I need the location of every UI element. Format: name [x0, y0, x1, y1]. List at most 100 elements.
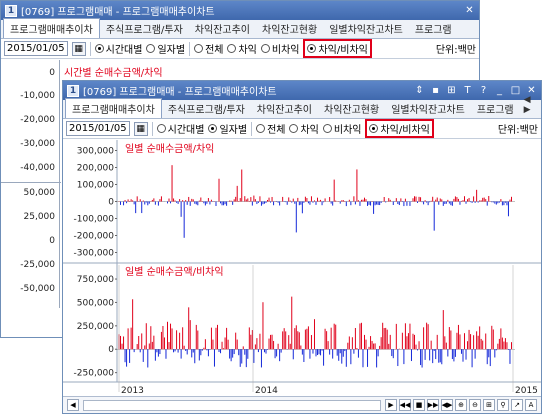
tab-trend-chart[interactable]: 프로그램매매추이차: [65, 98, 162, 118]
radio-time[interactable]: 시간대별: [156, 121, 205, 136]
grid-icon[interactable]: ⊞: [483, 399, 495, 411]
range-button[interactable]: ◀▶: [441, 399, 453, 411]
calendar-icon[interactable]: ▦: [71, 41, 86, 56]
radio-label: 일자별: [219, 125, 248, 136]
back-radio-arb[interactable]: 차익: [227, 41, 257, 56]
y-tick-label: 250,000: [77, 322, 114, 332]
back-close-icon[interactable]: ✕: [464, 5, 475, 16]
back-tab-trend-chart[interactable]: 프로그램매매추이차: [3, 18, 100, 38]
radio-label: 일자별: [157, 45, 186, 56]
trend-line-icon[interactable]: ↗: [511, 399, 523, 411]
font-icon[interactable]: T: [462, 85, 473, 96]
y-tick-label: -200,000: [74, 232, 115, 242]
back-y-label: -50,000: [20, 284, 55, 294]
radio-icon: [227, 44, 237, 53]
y-tick-label: 0: [108, 198, 114, 208]
radio-daily[interactable]: 일자별: [208, 121, 247, 136]
back-y-label: -30,000: [20, 139, 55, 149]
x-tick-label: 2014: [255, 386, 278, 396]
radio-label: 비차익: [333, 125, 362, 136]
y-tick-label: -100,000: [74, 215, 115, 225]
radio-label: 시간대별: [167, 125, 205, 136]
zoom-in-icon[interactable]: ⊕: [455, 399, 467, 411]
radio-all[interactable]: 전체: [256, 121, 285, 136]
radio-nonarb[interactable]: 비차익: [322, 121, 362, 136]
layout-icon[interactable]: ⊞: [446, 85, 457, 96]
rewind-button[interactable]: ◀◀: [399, 399, 411, 411]
back-window-title: [0769] 프로그램매매 - 프로그램매매추이차트: [21, 7, 215, 18]
tab-arb-balance-status[interactable]: 차익잔고현황: [318, 99, 385, 118]
back-toolbar: 2015/01/05 ▦ 시간대별 일자별 전체 차익 비차익 차익/비차익 단…: [1, 39, 479, 59]
y-tick-label: 750,000: [77, 275, 114, 285]
tab-daily-arb-chart[interactable]: 일별차익잔고차트: [385, 99, 471, 118]
y-tick-label: 0: [108, 345, 114, 355]
y-tick-label: 100,000: [77, 181, 114, 191]
tab-stock-program[interactable]: 주식프로그램/투자: [162, 99, 251, 118]
back-y-label: 0: [49, 236, 55, 246]
x-tick-label: 2013: [121, 386, 144, 396]
back-y-label: -25,000: [20, 260, 55, 270]
radio-icon: [156, 124, 166, 133]
back-date-input[interactable]: 2015/01/05: [4, 41, 68, 56]
calendar-icon[interactable]: ▦: [133, 121, 148, 136]
back-y-label: 0: [49, 68, 55, 78]
y-tick-label: -300,000: [74, 249, 115, 259]
back-y-label: -20,000: [20, 115, 55, 125]
back-radio-arb-nonarb[interactable]: 차익/비차익: [303, 39, 372, 58]
zoom-out-icon[interactable]: ⊖: [469, 399, 481, 411]
radio-icon: [289, 124, 299, 133]
radio-label: 전체: [205, 45, 224, 56]
tab-arb-balance-trend[interactable]: 차익잔고추이: [251, 99, 318, 118]
radio-icon: [194, 44, 204, 53]
text-tool-icon[interactable]: A: [525, 399, 537, 411]
radio-label: 차익: [238, 45, 257, 56]
front-window: 1 [0769] 프로그램매매 - 프로그램매매추이차트 ⇕ ▪ ⊞ T ? _…: [62, 80, 542, 414]
radio-icon: [256, 124, 266, 133]
back-radio-time[interactable]: 시간대별: [94, 41, 142, 56]
radio-label: 비차익: [271, 45, 300, 56]
front-window-number: 1: [67, 84, 79, 97]
back-tab-stock-program[interactable]: 주식프로그램/투자: [100, 19, 189, 38]
back-radio-nonarb[interactable]: 비차익: [260, 41, 300, 56]
back-radio-all[interactable]: 전체: [194, 41, 223, 56]
scroll-right-button[interactable]: ▶: [385, 399, 397, 411]
chart-canvas[interactable]: 일별 순매수금액/차익 300,000 200,000 100,000 0 -100,00…: [63, 140, 541, 397]
back-tab-daily-arb-chart[interactable]: 일별차익잔고차트: [323, 19, 409, 38]
radio-label: 전체: [267, 125, 286, 136]
radio-arb[interactable]: 차익: [289, 121, 319, 136]
stop-button[interactable]: ■: [413, 399, 425, 411]
back-tab-arb-balance-trend[interactable]: 차익잔고추이: [189, 19, 256, 38]
resize-icon[interactable]: ⇕: [414, 85, 425, 96]
y-tick-label: 500,000: [77, 298, 114, 308]
y-tick-label: -250,000: [74, 369, 115, 379]
front-title-controls: ⇕ ▪ ⊞ T ? _ □ ✕: [414, 85, 537, 96]
minimize-icon[interactable]: _: [494, 85, 505, 96]
search-icon[interactable]: ⚲: [497, 399, 509, 411]
radio-icon: [260, 44, 270, 53]
unit-label: 단위:백만: [497, 125, 538, 136]
back-title-controls: ✕: [464, 5, 475, 16]
back-tab-arb-balance-status[interactable]: 차익잔고현황: [256, 19, 323, 38]
back-y-axis-line: [59, 60, 60, 308]
tab-program[interactable]: 프로그램: [471, 99, 520, 118]
scroll-left-button[interactable]: ◀: [67, 399, 79, 411]
fast-forward-button[interactable]: ▶▶: [427, 399, 439, 411]
chart-control-bar: ◀ ▶ ◀◀ ■ ▶▶ ◀▶ ⊕ ⊖ ⊞ ⚲ ↗ A: [63, 396, 541, 413]
chart-scrollbar[interactable]: [83, 399, 381, 411]
front-toolbar: 2015/01/05 ▦ 시간대별 일자별 전체 차익 비차익 차익/비차익 단…: [63, 119, 541, 139]
back-radio-daily[interactable]: 일자별: [146, 41, 185, 56]
tab-scroll-arrows[interactable]: ◀ ▶: [520, 95, 541, 118]
y-tick-label: 300,000: [77, 147, 114, 157]
back-y-label: 25,000: [23, 212, 56, 222]
back-tab-bar: 프로그램매매추이차 주식프로그램/투자 차익잔고추이 차익잔고현황 일별차익잔고…: [1, 18, 479, 39]
back-tab-program[interactable]: 프로그램: [409, 19, 458, 38]
radio-arb-nonarb[interactable]: 차익/비차익: [365, 119, 434, 138]
back-unit-label: 단위:백만: [435, 45, 476, 56]
radio-icon: [369, 124, 379, 133]
y-tick-label: 200,000: [77, 164, 114, 174]
radio-label: 차익/비차익: [318, 45, 368, 56]
pin-icon[interactable]: ▪: [430, 85, 441, 96]
help-icon[interactable]: ?: [478, 85, 489, 96]
date-input[interactable]: 2015/01/05: [66, 121, 130, 136]
radio-label: 차익: [300, 125, 319, 136]
